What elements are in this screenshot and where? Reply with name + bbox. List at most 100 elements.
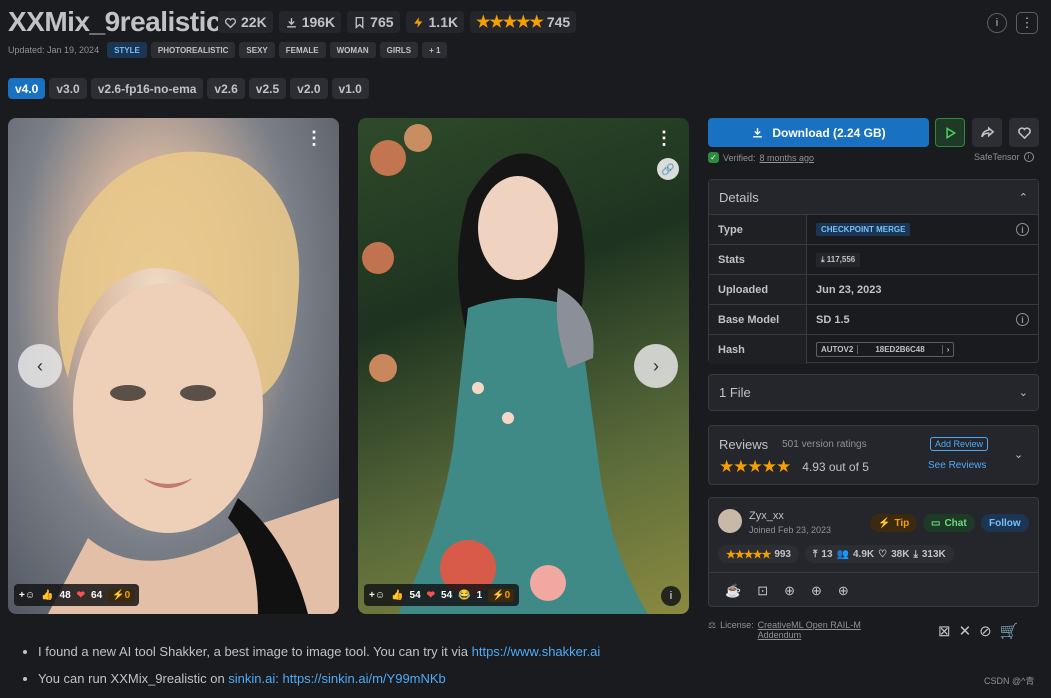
lightning-icon [413, 16, 422, 28]
thumbs-up-icon[interactable]: 👍 [41, 590, 53, 601]
version-tab-v1-0[interactable]: v1.0 [331, 78, 369, 99]
description-item: I found a new AI tool Shakker, a best im… [38, 644, 600, 659]
model-title: XXMix_9realistic [8, 6, 222, 37]
chevron-left-icon: ‹ [37, 355, 43, 376]
tip-button[interactable]: ⚡ Tip [870, 514, 918, 532]
tag-girls[interactable]: GIRLS [379, 42, 419, 58]
reaction-bar-1: +☺ 👍 48 ❤ 64 ⚡0 [14, 584, 140, 606]
license-block: ⚖ License: CreativeML Open RAIL-M Addendu… [708, 620, 861, 640]
files-accordion[interactable]: 1 File ⌄ [708, 374, 1039, 411]
rating-stat[interactable]: ★★★★★ 745 [470, 11, 577, 33]
add-review-button[interactable]: Add Review [930, 437, 989, 451]
no-image-icon: ⊠ [938, 623, 951, 640]
see-reviews-link[interactable]: See Reviews [928, 460, 986, 471]
info-icon[interactable]: i [1023, 152, 1034, 162]
download-count-badge: ⤓ 117,556 [816, 252, 861, 267]
users-icon: 👥 [836, 548, 849, 560]
heart-icon[interactable]: ❤ [77, 590, 85, 601]
scale-icon: ⚖ [708, 620, 717, 630]
globe-icon[interactable]: ⊕ [784, 583, 795, 599]
gallery-next-button[interactable]: › [634, 344, 678, 388]
shakker-link[interactable]: https://www.shakker.ai [472, 644, 601, 659]
vertical-dots-icon: ⋮ [1020, 15, 1034, 30]
review-stars-icon: ★★★★★ [719, 457, 791, 476]
reviews-panel: Reviews 501 version ratings ★★★★★ 4.93 o… [708, 425, 1039, 485]
version-tab-v2-6[interactable]: v2.6 [207, 78, 245, 99]
creator-joined: Joined Feb 23, 2023 [749, 525, 832, 535]
heart-icon[interactable]: ❤ [427, 590, 435, 601]
upload-icon: ⤒ [813, 548, 818, 560]
version-tab-v2-6-fp16[interactable]: v2.6-fp16-no-ema [90, 78, 204, 99]
tag-more[interactable]: + 1 [422, 42, 448, 58]
add-reaction-icon[interactable]: +☺ [19, 590, 35, 601]
license-link[interactable]: CreativeML Open RAIL-M Addendum [758, 620, 861, 640]
bookmark-icon [355, 16, 364, 29]
laugh-icon[interactable]: 😂 [458, 590, 470, 601]
globe-icon[interactable]: ⊕ [811, 583, 822, 599]
chevron-up-icon: ⌃ [1018, 191, 1028, 204]
info-icon[interactable]: i [1016, 223, 1029, 236]
add-reaction-icon[interactable]: +☺ [369, 590, 385, 601]
share-button[interactable] [972, 118, 1002, 147]
chevron-right-icon: › [941, 345, 954, 354]
details-header[interactable]: Details ⌃ [709, 180, 1038, 214]
sinkin-link[interactable]: sinkin.ai [228, 671, 275, 686]
heart-outline-icon [224, 17, 237, 28]
favorite-button[interactable] [1009, 118, 1039, 147]
version-tab-v4-0[interactable]: v4.0 [8, 78, 46, 99]
tag-photorealistic[interactable]: PHOTOREALISTIC [150, 42, 236, 58]
version-tab-v3-0[interactable]: v3.0 [49, 78, 87, 99]
no-brush-icon: ✕ [958, 623, 972, 640]
updated-date: Updated: Jan 19, 2024 [8, 45, 100, 55]
chevron-down-icon: ⌄ [1018, 387, 1028, 399]
globe-icon[interactable]: ⊕ [838, 583, 849, 599]
robot-icon[interactable]: ⊡ [757, 583, 768, 599]
verified-time[interactable]: 8 months ago [760, 153, 815, 163]
creator-stats: ★★★★★ 993 ⤒ 13 👥 4.9K ♡ 38K ⤓ 313K [718, 545, 954, 563]
image-menu-dots-icon[interactable]: ⋮ [305, 128, 323, 149]
creator-uploads-stat: ⤒ 13 👥 4.9K ♡ 38K ⤓ 313K [805, 545, 954, 563]
gallery-image-1[interactable]: ‹ ⋮ +☺ 👍 48 ❤ 64 ⚡0 [8, 118, 339, 614]
tag-sexy[interactable]: SEXY [239, 42, 275, 58]
bookmarks-stat[interactable]: 765 [347, 11, 400, 33]
watermark: CSDN @^青 [984, 676, 1035, 686]
verified-check-icon: ✓ [708, 152, 719, 163]
info-icon[interactable]: i [987, 13, 1007, 33]
type-badge: CHECKPOINT MERGE [816, 223, 911, 236]
tag-female[interactable]: FEMALE [278, 42, 326, 58]
image-menu-dots-icon[interactable]: ⋮ [655, 128, 673, 149]
download-button[interactable]: Download (2.24 GB) [708, 118, 929, 147]
avatar[interactable] [718, 509, 742, 533]
license-restrictions: ⊠ ✕ ⊘ 🛒 [938, 622, 1018, 640]
sinkin-model-link[interactable]: https://sinkin.ai/m/Y99mNKb [283, 671, 446, 686]
tag-woman[interactable]: WOMAN [329, 42, 376, 58]
image-info-icon[interactable]: i [661, 586, 681, 606]
info-icon[interactable]: i [1016, 313, 1029, 326]
buzz-tip-icon[interactable]: ⚡0 [488, 588, 515, 602]
download-icon: ⤓ [913, 548, 918, 560]
downloads-stat: 196K [278, 11, 342, 33]
hash-box[interactable]: AUTOV2 18ED2B6C48 › [816, 342, 955, 357]
creator-name[interactable]: Zyx_xx [749, 510, 784, 522]
run-button[interactable] [935, 118, 965, 147]
buzz-stat[interactable]: 1.1K [405, 11, 465, 33]
coffee-icon[interactable]: ☕ [725, 583, 741, 599]
tag-style[interactable]: STYLE [107, 42, 147, 58]
version-tab-v2-0[interactable]: v2.0 [290, 78, 328, 99]
buzz-tip-icon[interactable]: ⚡0 [108, 588, 135, 602]
link-icon[interactable]: 🔗 [657, 158, 679, 180]
chat-button[interactable]: ▭ Chat [923, 514, 975, 532]
thumbs-up-icon[interactable]: 👍 [391, 590, 403, 601]
no-world-icon: ⊘ [979, 623, 992, 640]
chevron-down-icon[interactable]: ⌄ [1014, 448, 1023, 461]
follow-button[interactable]: Follow [981, 514, 1029, 532]
chat-icon: ▭ [931, 517, 941, 529]
version-tab-v2-5[interactable]: v2.5 [248, 78, 287, 99]
lightning-icon: ⚡ [878, 517, 891, 529]
version-tabs: v4.0 v3.0 v2.6-fp16-no-ema v2.6 v2.5 v2.… [8, 78, 369, 99]
creator-links: ☕ ⊡ ⊕ ⊕ ⊕ [725, 583, 849, 599]
gallery-prev-button[interactable]: ‹ [18, 344, 62, 388]
likes-stat[interactable]: 22K [218, 11, 273, 33]
gallery-image-2[interactable]: › ⋮ 🔗 +☺ 👍 54 ❤ 54 😂 1 ⚡0 i [358, 118, 689, 614]
more-menu-button[interactable]: ⋮ [1016, 12, 1038, 34]
